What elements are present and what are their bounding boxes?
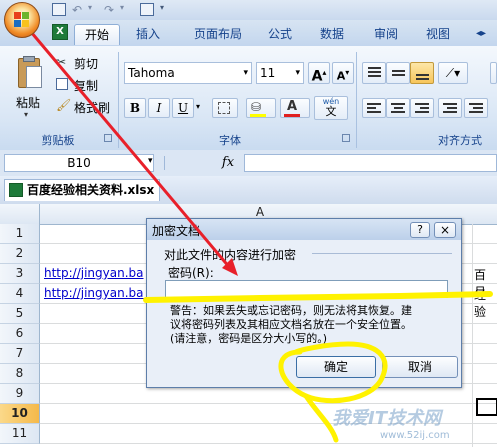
annotation-yellow-underline bbox=[143, 291, 493, 303]
annotation-overlay bbox=[24, 25, 493, 443]
annotation-arrow-line bbox=[24, 25, 232, 269]
watermark-url: www.52ij.com bbox=[380, 430, 450, 441]
office-button[interactable] bbox=[4, 2, 40, 38]
annotation-yellow-circle bbox=[278, 341, 388, 404]
office-logo-icon bbox=[14, 12, 30, 28]
watermark-logo: 我爱IT技术网 bbox=[332, 408, 441, 429]
